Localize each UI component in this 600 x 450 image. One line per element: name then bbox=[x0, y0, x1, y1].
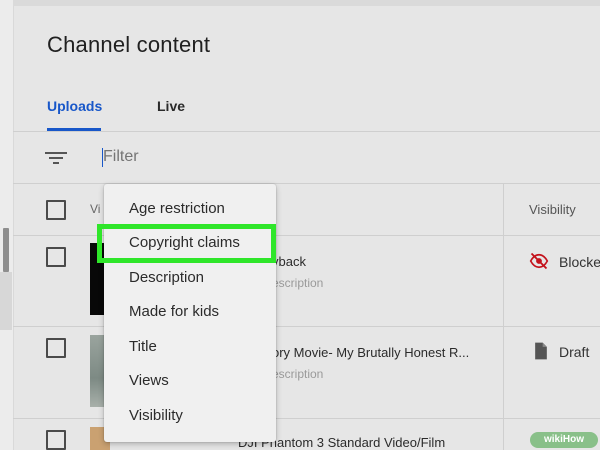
top-strip bbox=[13, 0, 600, 6]
menu-item-views[interactable]: Views bbox=[129, 372, 169, 389]
row-checkbox[interactable] bbox=[46, 247, 66, 267]
filter-input[interactable] bbox=[103, 148, 223, 166]
gutter-panel bbox=[0, 272, 12, 330]
tab-live[interactable]: Live bbox=[157, 98, 185, 114]
eye-off-icon bbox=[529, 252, 549, 270]
visibility-status: Blocke bbox=[559, 254, 600, 270]
column-header-visibility[interactable]: Visibility bbox=[529, 202, 576, 217]
scrollbar-thumb[interactable] bbox=[3, 228, 9, 272]
column-divider bbox=[503, 183, 504, 450]
column-header-video[interactable]: Vi bbox=[90, 202, 100, 216]
row-checkbox[interactable] bbox=[46, 430, 66, 450]
left-gutter bbox=[0, 0, 14, 450]
menu-item-description[interactable]: Description bbox=[129, 269, 204, 286]
divider bbox=[13, 183, 600, 184]
video-description: escription bbox=[272, 367, 324, 381]
highlight-annotation bbox=[97, 224, 276, 263]
divider bbox=[13, 131, 600, 132]
row-divider bbox=[13, 326, 600, 327]
video-title[interactable]: yback bbox=[272, 254, 306, 269]
menu-item-age-restriction[interactable]: Age restriction bbox=[129, 200, 225, 217]
select-all-checkbox[interactable] bbox=[46, 200, 66, 220]
row-checkbox[interactable] bbox=[46, 338, 66, 358]
video-title[interactable]: ory Movie- My Brutally Honest R... bbox=[272, 345, 469, 360]
row-divider bbox=[13, 418, 600, 419]
visibility-status: Draft bbox=[559, 344, 590, 360]
tab-uploads[interactable]: Uploads bbox=[47, 98, 102, 114]
video-description: escription bbox=[272, 276, 324, 290]
filter-dropdown-menu: Age restriction Copyright claims Descrip… bbox=[104, 184, 276, 442]
watermark: wikiHow bbox=[530, 432, 598, 448]
menu-item-visibility[interactable]: Visibility bbox=[129, 407, 183, 424]
menu-item-made-for-kids[interactable]: Made for kids bbox=[129, 303, 219, 320]
page-title: Channel content bbox=[47, 32, 211, 57]
filter-icon[interactable] bbox=[45, 150, 67, 166]
document-icon bbox=[535, 342, 547, 360]
menu-item-title[interactable]: Title bbox=[129, 338, 157, 355]
